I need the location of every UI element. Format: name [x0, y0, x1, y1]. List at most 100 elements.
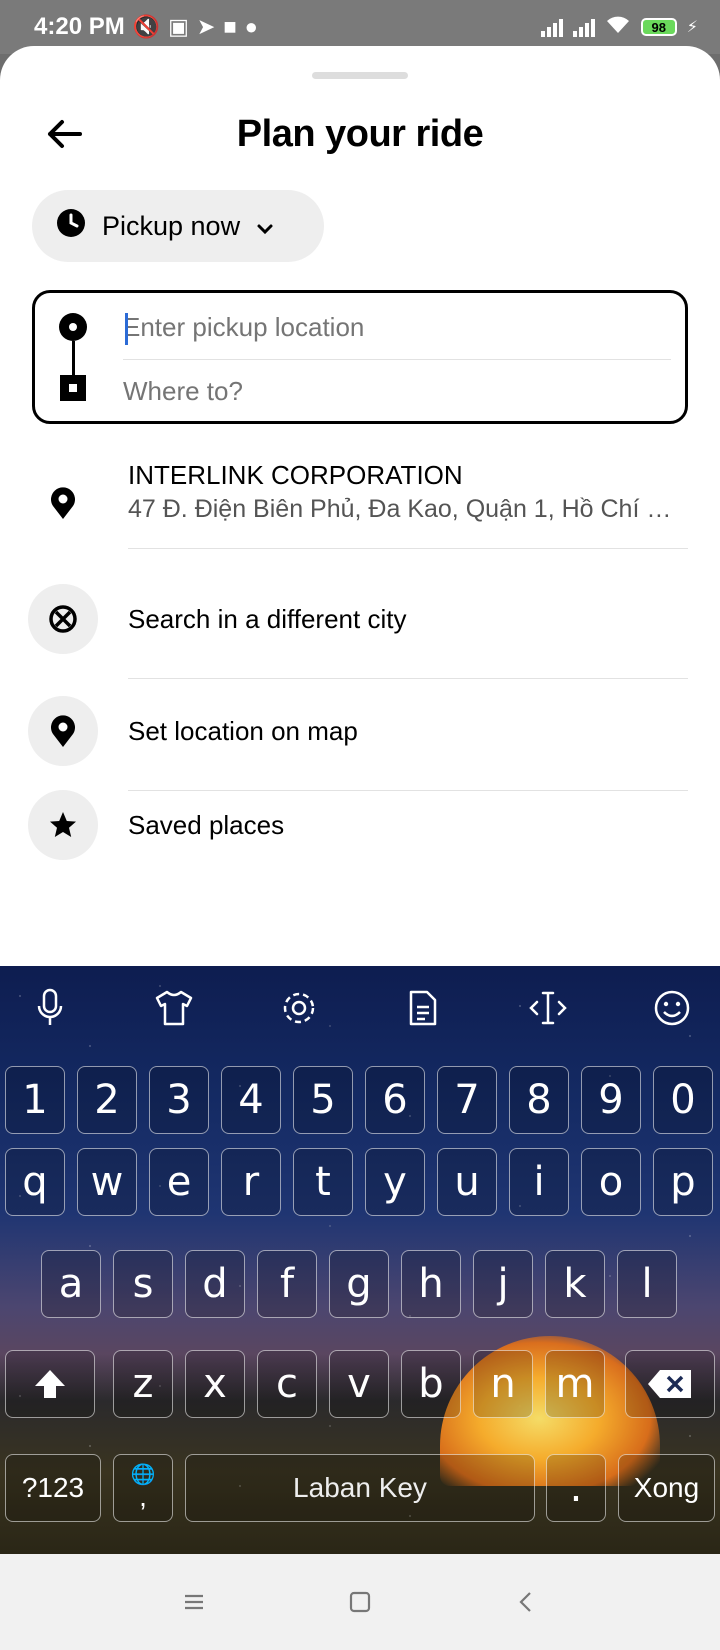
drag-handle[interactable] — [312, 72, 408, 79]
search-different-city-label: Search in a different city — [128, 604, 407, 634]
keyboard-toolbar — [0, 966, 720, 1050]
page-title: Plan your ride — [236, 113, 484, 155]
backspace-key[interactable] — [625, 1350, 715, 1418]
zalo-icon: ■ — [223, 14, 237, 39]
microphone-icon[interactable] — [26, 984, 74, 1032]
key-5[interactable]: 5 — [293, 1066, 353, 1134]
globe-cross-icon — [28, 584, 98, 654]
chat-icon: ● — [244, 14, 258, 39]
key-l[interactable]: l — [617, 1250, 677, 1318]
key-1[interactable]: 1 — [5, 1066, 65, 1134]
set-location-label: Set location on map — [128, 716, 358, 746]
done-key[interactable]: Xong — [618, 1454, 715, 1522]
menu-button[interactable] — [174, 1582, 214, 1622]
search-different-city[interactable]: Search in a different city — [0, 568, 720, 679]
text-cursor — [125, 313, 128, 345]
location-inputs — [32, 290, 688, 424]
key-d[interactable]: d — [185, 1250, 245, 1318]
key-t[interactable]: t — [293, 1148, 353, 1216]
charging-icon: ⚡ — [686, 19, 698, 36]
chevron-down-icon — [256, 211, 274, 242]
input-divider — [123, 359, 671, 360]
theme-shirt-icon[interactable] — [150, 984, 198, 1032]
plan-ride-sheet: Plan your ride Pickup now INTERLINK CORP… — [0, 46, 720, 966]
route-line — [72, 341, 75, 377]
key-i[interactable]: i — [509, 1148, 569, 1216]
key-x[interactable]: x — [185, 1350, 245, 1418]
destination-square-icon — [60, 375, 86, 401]
key-w[interactable]: w — [77, 1148, 137, 1216]
mute-icon: 🔇 — [132, 14, 161, 39]
chevron-left-icon — [519, 1592, 531, 1612]
language-comma-key[interactable]: 🌐, — [113, 1454, 173, 1522]
comma-label: , — [139, 1481, 147, 1513]
pin-icon — [28, 468, 98, 538]
back-nav-button[interactable] — [506, 1582, 546, 1622]
key-6[interactable]: 6 — [365, 1066, 425, 1134]
key-y[interactable]: y — [365, 1148, 425, 1216]
key-4[interactable]: 4 — [221, 1066, 281, 1134]
emoji-icon[interactable] — [648, 984, 696, 1032]
keyboard: 1 2 3 4 5 6 7 8 9 0 q w e r t y u i o p a s d f g h j k l z x c v b n m ?123… — [0, 966, 720, 1554]
key-8[interactable]: 8 — [509, 1066, 569, 1134]
key-k[interactable]: k — [545, 1250, 605, 1318]
key-p[interactable]: p — [653, 1148, 713, 1216]
key-b[interactable]: b — [401, 1350, 461, 1418]
key-s[interactable]: s — [113, 1250, 173, 1318]
key-9[interactable]: 9 — [581, 1066, 641, 1134]
key-e[interactable]: e — [149, 1148, 209, 1216]
key-q[interactable]: q — [5, 1148, 65, 1216]
settings-icon[interactable] — [275, 984, 323, 1032]
key-c[interactable]: c — [257, 1350, 317, 1418]
space-key[interactable]: Laban Key — [185, 1454, 535, 1522]
status-time: 4:20 PM — [34, 13, 125, 40]
key-v[interactable]: v — [329, 1350, 389, 1418]
destination-input[interactable] — [123, 363, 671, 419]
key-n[interactable]: n — [473, 1350, 533, 1418]
key-h[interactable]: h — [401, 1250, 461, 1318]
key-z[interactable]: z — [113, 1350, 173, 1418]
pin-icon — [28, 696, 98, 766]
key-2[interactable]: 2 — [77, 1066, 137, 1134]
clipboard-icon[interactable] — [399, 984, 447, 1032]
home-square-icon — [349, 1591, 371, 1613]
wifi-icon — [605, 15, 631, 40]
menu-icon — [185, 1594, 203, 1610]
shift-key[interactable] — [5, 1350, 95, 1418]
key-r[interactable]: r — [221, 1148, 281, 1216]
divider — [128, 548, 688, 549]
app-notification-icon: ▣ — [168, 14, 189, 39]
key-a[interactable]: a — [41, 1250, 101, 1318]
pickup-time-selector[interactable]: Pickup now — [32, 190, 324, 262]
battery-icon: 98 — [640, 18, 677, 36]
key-f[interactable]: f — [257, 1250, 317, 1318]
saved-places[interactable]: Saved places — [0, 790, 720, 890]
key-u[interactable]: u — [437, 1148, 497, 1216]
divider — [128, 678, 688, 679]
home-button[interactable] — [340, 1582, 380, 1622]
key-7[interactable]: 7 — [437, 1066, 497, 1134]
suggestion-title: INTERLINK CORPORATION — [128, 460, 463, 490]
symbols-key[interactable]: ?123 — [5, 1454, 101, 1522]
key-j[interactable]: j — [473, 1250, 533, 1318]
cursor-move-icon[interactable] — [524, 984, 572, 1032]
period-key[interactable]: . — [546, 1454, 606, 1522]
suggestion-address: 47 Đ. Điện Biên Phủ, Đa Kao, Quận 1, Hồ … — [128, 495, 688, 523]
telegram-icon: ➤ — [196, 14, 216, 39]
set-location-on-map[interactable]: Set location on map — [0, 680, 720, 791]
signal-icon — [540, 17, 563, 37]
pickup-location-input[interactable] — [123, 299, 671, 355]
shift-icon — [35, 1370, 65, 1398]
clock-icon — [56, 208, 86, 245]
notification-icons: 🔇 ▣ ➤ ■ ● — [133, 14, 258, 40]
key-o[interactable]: o — [581, 1148, 641, 1216]
pickup-time-label: Pickup now — [102, 210, 241, 241]
pickup-dot-icon — [59, 313, 87, 341]
key-0[interactable]: 0 — [653, 1066, 713, 1134]
key-3[interactable]: 3 — [149, 1066, 209, 1134]
key-m[interactable]: m — [545, 1350, 605, 1418]
key-g[interactable]: g — [329, 1250, 389, 1318]
saved-places-label: Saved places — [128, 810, 285, 840]
suggestion-interlink[interactable]: INTERLINK CORPORATION 47 Đ. Điện Biên Ph… — [0, 458, 720, 568]
signal-icon-2 — [572, 17, 595, 37]
